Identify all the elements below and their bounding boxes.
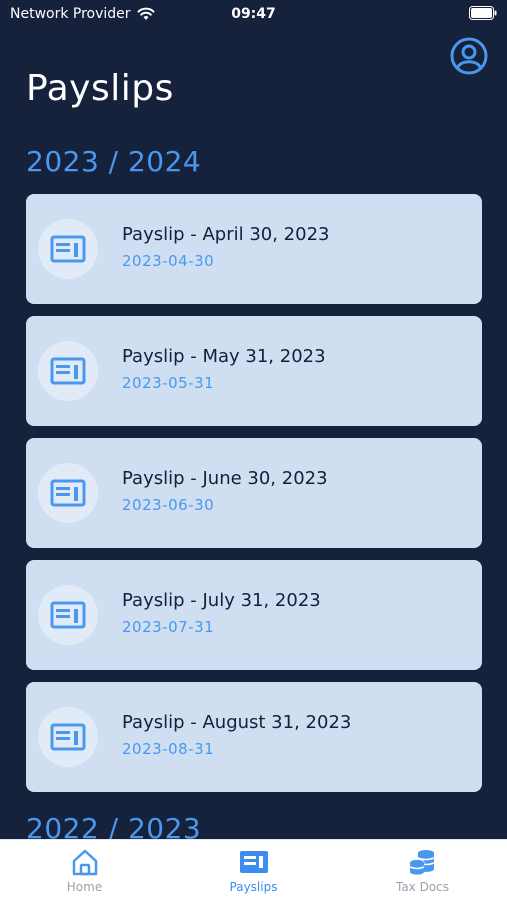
payslip-card[interactable]: Payslip - June 30, 2023 2023-06-30 [26,438,482,548]
tab-tax-docs[interactable]: Tax Docs [338,840,507,900]
payslip-list: Payslip - April 30, 2023 2023-04-30 Pays… [26,194,482,804]
page-title: Payslips [26,68,174,109]
payslip-title: Payslip - May 31, 2023 [122,346,326,367]
payslip-card[interactable]: Payslip - April 30, 2023 2023-04-30 [26,194,482,304]
tab-home[interactable]: Home [0,840,169,900]
payslip-icon [38,585,98,645]
payslip-icon [38,707,98,767]
status-bar: Network Provider 09:47 [0,0,507,30]
payslip-icon [38,341,98,401]
tab-bar: Home Payslips Tax Docs [0,839,507,900]
battery-icon [469,6,497,24]
home-icon [72,849,97,876]
coins-icon [409,850,434,875]
user-profile-icon [450,37,488,75]
tab-tax-docs-label: Tax Docs [395,880,450,894]
payslip-date: 2023-07-31 [122,618,215,636]
payslip-icon [38,463,98,523]
payslip-date: 2023-08-31 [122,740,215,758]
payslip-card[interactable]: Payslip - July 31, 2023 2023-07-31 [26,560,482,670]
tab-payslips[interactable]: Payslips [169,840,338,900]
payslip-date: 2023-05-31 [122,374,215,392]
payslip-title: Payslip - June 30, 2023 [122,468,328,489]
profile-button[interactable] [449,36,489,76]
payslip-card[interactable]: Payslip - August 31, 2023 2023-08-31 [26,682,482,792]
payslip-card[interactable]: Payslip - May 31, 2023 2023-05-31 [26,316,482,426]
payslip-icon [239,851,268,873]
payslip-title: Payslip - July 31, 2023 [122,590,321,611]
payslip-date: 2023-06-30 [122,496,215,514]
payslip-title: Payslip - August 31, 2023 [122,712,352,733]
tab-home-label: Home [66,880,103,894]
payslip-title: Payslip - April 30, 2023 [122,224,330,245]
payslip-icon [38,219,98,279]
payslip-date: 2023-04-30 [122,252,215,270]
tab-payslips-label: Payslips [229,880,278,894]
section-heading-2023-2024: 2023 / 2024 [26,145,202,178]
clock: 09:47 [231,6,276,22]
